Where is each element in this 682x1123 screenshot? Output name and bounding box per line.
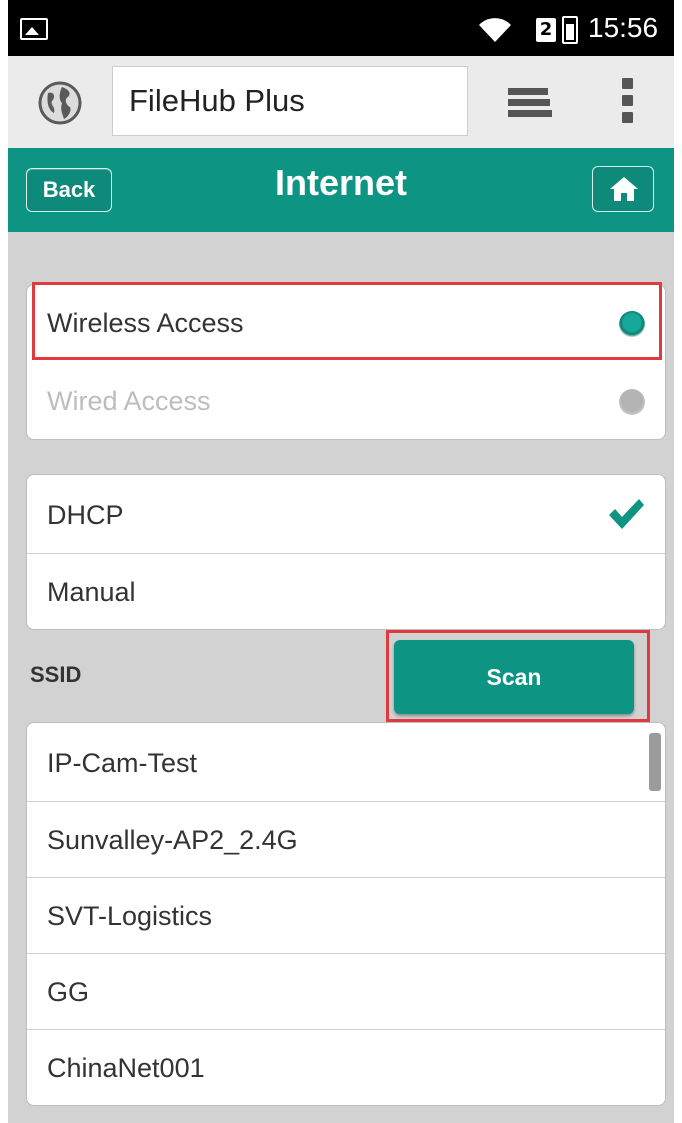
manual-option[interactable]: Manual [27, 553, 665, 629]
ip-mode-card: DHCP Manual [26, 474, 666, 630]
battery-icon [562, 16, 578, 44]
network-name: ChinaNet001 [47, 1053, 205, 1083]
page-header: Back Internet [8, 148, 674, 232]
page-title: Internet [274, 162, 407, 203]
network-name: IP-Cam-Test [47, 748, 198, 778]
network-name: SVT-Logistics [47, 901, 213, 931]
scan-highlight-box [386, 630, 650, 722]
app-bar: FileHub Plus [8, 56, 674, 148]
wireless-highlight-box [32, 282, 662, 360]
network-item[interactable]: SVT-Logistics [27, 877, 665, 953]
network-item[interactable]: GG [27, 953, 665, 1029]
dhcp-label: DHCP [47, 500, 124, 530]
check-icon [609, 499, 644, 529]
home-icon [610, 177, 638, 201]
radio-unselected-icon [619, 389, 645, 415]
network-list: IP-Cam-Test Sunvalley-AP2_2.4G SVT-Logis… [26, 722, 666, 1106]
network-item[interactable]: IP-Cam-Test [27, 725, 665, 801]
globe-icon[interactable] [38, 81, 82, 125]
wifi-icon [479, 18, 511, 42]
phone-screen: 2 15:56 FileHub Plus Back Internet Wirel… [8, 0, 674, 1123]
stack-icon[interactable] [508, 88, 552, 118]
network-item[interactable]: ChinaNet001 [27, 1029, 665, 1105]
status-bar: 2 15:56 [8, 0, 674, 56]
home-button[interactable] [592, 166, 654, 212]
list-scrollbar[interactable] [649, 733, 661, 791]
more-icon[interactable] [620, 78, 634, 128]
network-name: Sunvalley-AP2_2.4G [47, 825, 298, 855]
network-name: GG [47, 977, 90, 1007]
wired-access-option: Wired Access [27, 363, 665, 439]
clock: 15:56 [588, 12, 659, 43]
dhcp-option[interactable]: DHCP [27, 477, 665, 553]
manual-label: Manual [47, 577, 136, 607]
app-title: FileHub Plus [112, 66, 468, 136]
image-icon [20, 18, 48, 40]
network-item[interactable]: Sunvalley-AP2_2.4G [27, 801, 665, 877]
sim-icon: 2 [536, 18, 556, 42]
wired-access-label: Wired Access [47, 386, 211, 416]
ssid-label: SSID [30, 662, 82, 687]
